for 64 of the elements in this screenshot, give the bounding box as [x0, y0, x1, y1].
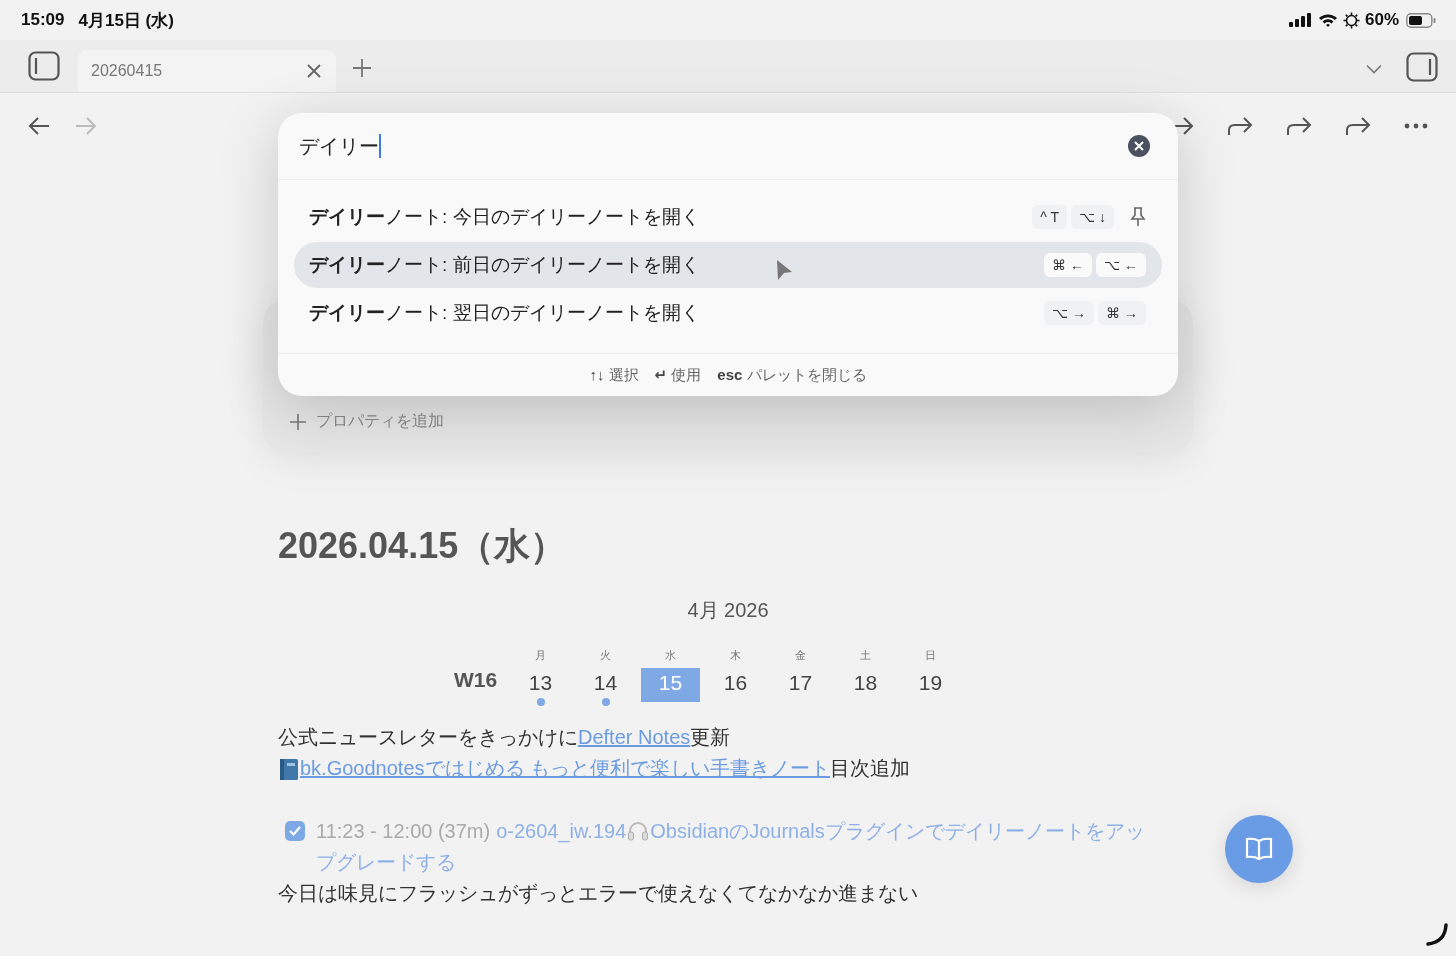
key-hint: ↵ 使用	[654, 365, 702, 385]
paragraph: bk.Goodnotesではじめる もっと便利で楽しい手書きノート 目次追加	[300, 756, 911, 781]
search-field[interactable]: デイリー	[299, 132, 381, 160]
command-label: デイリーノート: 今日のデイリーノートを開く	[309, 205, 700, 229]
calendar-month: 4月 2026	[687, 598, 769, 623]
week-number: W16	[453, 668, 498, 692]
chevron-down-icon[interactable]	[1366, 64, 1382, 74]
calendar-day[interactable]: 14	[576, 668, 635, 702]
weekday-label: 金	[795, 648, 806, 663]
pointer-icon	[775, 259, 793, 281]
weekday-label: 木	[730, 648, 741, 663]
signal-icon	[1288, 13, 1313, 27]
checkbox[interactable]	[285, 821, 305, 841]
shortcut-key: ⌥ →	[1044, 301, 1095, 325]
shortcut-key: ⌘ ←	[1044, 253, 1092, 277]
status-time: 15:09	[21, 10, 65, 30]
shortcut-key: ⌥ ↓	[1070, 205, 1114, 229]
weekday-label: 日	[925, 648, 936, 663]
command-label: デイリーノート: 翌日のデイリーノートを開く	[309, 301, 700, 325]
weekday-label: 火	[600, 648, 611, 663]
scroll-indicator-icon	[1425, 923, 1449, 947]
command-label: デイリーノート: 前日のデイリーノートを開く	[309, 253, 700, 277]
brightness-icon	[1342, 11, 1360, 29]
status-date: 4月15日 (水)	[78, 9, 174, 32]
key-hint: ↑↓ 選択	[589, 365, 639, 385]
command-item[interactable]: デイリーノート: 翌日のデイリーノートを開く ⌥ → ⌘ →	[294, 290, 1162, 336]
shortcut-key: ⌘ →	[1098, 301, 1146, 325]
redo-arrow-icon[interactable]	[1227, 116, 1253, 136]
book-open-icon	[1244, 836, 1274, 862]
more-icon[interactable]	[1404, 123, 1428, 129]
redo-arrow-icon[interactable]	[1286, 116, 1312, 136]
clear-icon[interactable]	[1128, 135, 1150, 157]
calendar-day[interactable]: 17	[771, 668, 830, 702]
headphones-icon	[627, 821, 650, 841]
key-hint: esc パレットを閉じる	[717, 365, 867, 385]
back-arrow-icon[interactable]	[28, 116, 50, 136]
battery-percent: 60%	[1364, 10, 1399, 30]
book-icon	[278, 756, 300, 781]
shortcut-key: ^ T	[1032, 205, 1067, 229]
paragraph: 今日は味見にフラッシュがずっとエラーで使えなくてなかなか進まない	[278, 881, 919, 906]
calendar-day[interactable]: 18	[836, 668, 895, 702]
shortcut-key: ⌥ ←	[1095, 253, 1146, 277]
wifi-icon	[1317, 12, 1338, 28]
sidebar-toggle-icon[interactable]	[28, 51, 60, 81]
plus-icon[interactable]	[352, 58, 372, 78]
pin-icon[interactable]	[1130, 207, 1146, 227]
paragraph: 公式ニュースレターをきっかけにDefter Notes更新	[278, 725, 732, 750]
battery-icon	[1406, 12, 1436, 28]
redo-arrow-icon[interactable]	[1345, 116, 1371, 136]
close-icon[interactable]	[306, 63, 322, 79]
calendar-day[interactable]: 16	[706, 668, 765, 702]
weekday-label: 月	[535, 648, 546, 663]
command-item[interactable]: デイリーノート: 今日のデイリーノートを開く ^ T ⌥ ↓	[294, 194, 1162, 240]
note-title: 2026.04.15（水）	[278, 524, 568, 568]
plus-icon	[289, 412, 307, 431]
check-icon	[288, 825, 302, 837]
note-tab[interactable]: 20260415	[78, 50, 336, 92]
weekday-label: 土	[860, 648, 871, 663]
weekday-label: 水	[665, 648, 676, 663]
command-item[interactable]: デイリーノート: 前日のデイリーノートを開く ⌘ ← ⌥ ←	[294, 242, 1162, 288]
calendar-day[interactable]: 13	[511, 668, 570, 702]
task-text: 11:23 - 12:00 (37m) o-2604_iw.194 ObsidianのJournalsプラグインでデイリーノートをアップグレードする	[316, 819, 1146, 875]
right-sidebar-icon[interactable]	[1406, 52, 1438, 82]
calendar-day[interactable]: 19	[901, 668, 960, 702]
